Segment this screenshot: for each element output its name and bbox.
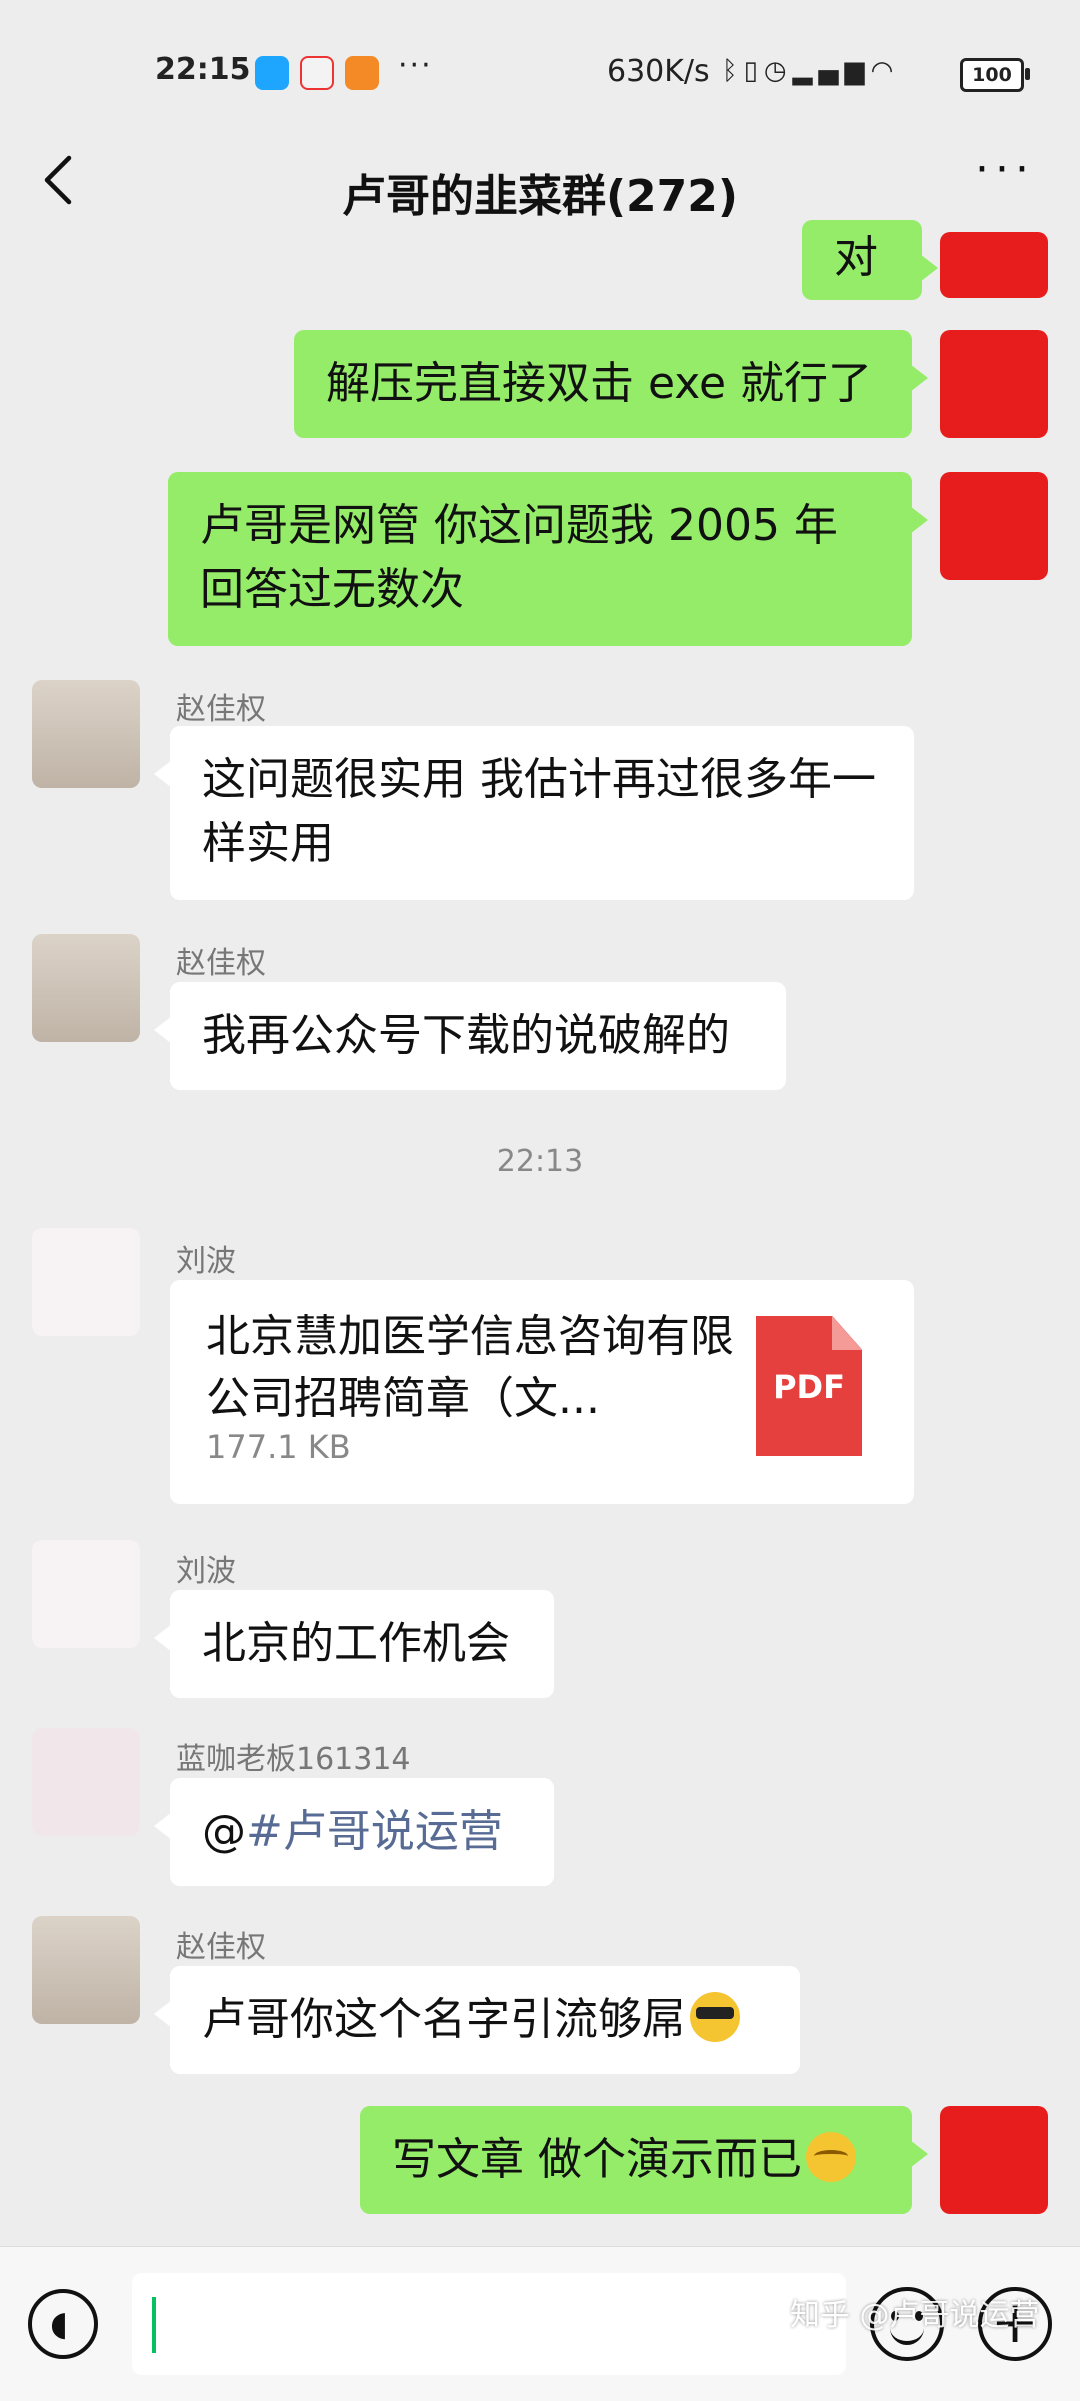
- app-notification-icon: [300, 56, 334, 90]
- alarm-icon: ◷: [763, 56, 793, 86]
- sender-name: 赵佳权: [176, 692, 266, 727]
- sender-avatar[interactable]: [32, 1540, 140, 1648]
- pdf-label: PDF: [773, 1368, 845, 1406]
- sunglasses-emoji-icon: [690, 1992, 740, 2042]
- chat-header: 卢哥的韭菜群(272) ···: [0, 130, 1080, 230]
- sender-avatar[interactable]: [32, 1228, 140, 1336]
- my-avatar[interactable]: [940, 2106, 1048, 2214]
- file-name: 北京慧加医学信息咨询有限公司招聘简章（文...: [206, 1311, 734, 1424]
- message-input[interactable]: [132, 2273, 846, 2375]
- sender-name: 蓝咖老板161314: [176, 1742, 411, 1777]
- voice-input-button[interactable]: ◖: [28, 2289, 98, 2359]
- wifi-icon: ◠: [870, 56, 900, 86]
- sender-name: 赵佳权: [176, 1930, 266, 1965]
- vibrate-icon: ▯: [743, 56, 764, 86]
- message-bubble[interactable]: 北京的工作机会: [154, 1590, 554, 1698]
- message-bubble[interactable]: @#卢哥说运营: [154, 1778, 554, 1886]
- message-text: 卢哥你这个名字引流够屌: [202, 1994, 686, 2045]
- more-options-icon[interactable]: ···: [975, 144, 1035, 195]
- sender-name: 刘波: [176, 1244, 236, 1279]
- sender-avatar[interactable]: [32, 1916, 140, 2024]
- app-notification-icon: [345, 56, 379, 90]
- bluetooth-icon: ᛒ: [722, 56, 744, 86]
- chat-title: 卢哥的韭菜群(272): [341, 171, 739, 222]
- sender-name: 刘波: [176, 1554, 236, 1589]
- sender-name: 赵佳权: [176, 946, 266, 981]
- status-time: 22:15: [155, 52, 251, 87]
- message-bubble[interactable]: 对: [802, 220, 938, 300]
- message-bubble[interactable]: 这问题很实用 我估计再过很多年一样实用: [154, 726, 914, 900]
- status-bar: 22:15 ··· 630K/s ᛒ▯◷▂▄▆◠ 100: [0, 0, 1080, 130]
- battery-icon: 100: [960, 58, 1030, 92]
- text-cursor: [152, 2297, 156, 2353]
- more-notifications-icon: ···: [398, 48, 433, 83]
- message-bubble[interactable]: 我再公众号下载的说破解的: [154, 982, 786, 1090]
- crying-emoji-icon: [806, 2132, 856, 2182]
- message-bubble[interactable]: 卢哥是网管 你这问题我 2005 年回答过无数次: [168, 472, 928, 646]
- signal-icon: ▂▄▆: [792, 56, 871, 86]
- message-bubble[interactable]: 卢哥你这个名字引流够屌: [154, 1966, 800, 2074]
- message-text: 写文章 做个演示而已: [392, 2134, 802, 2185]
- app-notification-icon: [255, 56, 289, 90]
- sender-avatar[interactable]: [32, 680, 140, 788]
- network-speed: 630K/s: [607, 54, 710, 89]
- message-bubble[interactable]: 解压完直接双击 exe 就行了: [294, 330, 928, 438]
- file-size: 177.1 KB: [206, 1428, 351, 1466]
- sender-avatar[interactable]: [32, 934, 140, 1042]
- timestamp: 22:13: [496, 1144, 584, 1179]
- sender-avatar[interactable]: [32, 1728, 140, 1836]
- mention-symbol: @: [202, 1806, 246, 1857]
- my-avatar[interactable]: [940, 472, 1048, 580]
- voice-icon: ◖: [50, 2304, 68, 2344]
- my-avatar[interactable]: [940, 232, 1048, 298]
- my-avatar[interactable]: [940, 330, 1048, 438]
- status-icons: ᛒ▯◷▂▄▆◠: [722, 56, 899, 86]
- watermark: 知乎 @卢哥说运营: [790, 2298, 1040, 2333]
- hashtag-link[interactable]: #卢哥说运营: [246, 1806, 503, 1857]
- message-bubble[interactable]: 写文章 做个演示而已: [360, 2106, 928, 2214]
- file-message[interactable]: 北京慧加医学信息咨询有限公司招聘简章（文... 177.1 KB PDF: [170, 1280, 914, 1504]
